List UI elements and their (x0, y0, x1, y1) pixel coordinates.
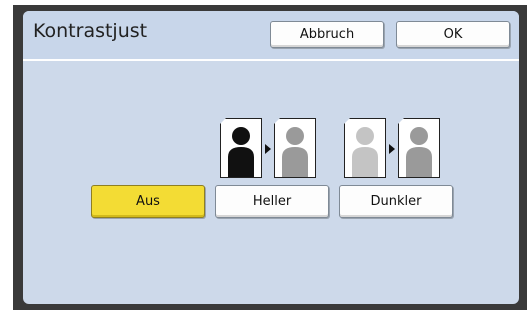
header-divider (23, 59, 519, 61)
person-gray-icon (282, 127, 308, 177)
option-dunkler-button[interactable]: Dunkler (339, 185, 453, 218)
cancel-button[interactable]: Abbruch (270, 21, 384, 48)
dialog-title: Kontrastjust (33, 20, 148, 42)
dialog-header: Kontrastjust Abbruch OK (23, 11, 519, 59)
option-aus-button[interactable]: Aus (91, 185, 205, 218)
result-document-icon (398, 118, 440, 178)
heller-illustration (220, 116, 320, 178)
person-dark-icon (228, 127, 254, 177)
person-gray-icon (406, 127, 432, 177)
ok-button[interactable]: OK (396, 21, 510, 48)
result-document-icon (274, 118, 316, 178)
contrast-dialog: Kontrastjust Abbruch OK Aus Heller Dunkl… (23, 11, 519, 304)
dunkler-illustration (344, 116, 444, 178)
arrow-right-icon (389, 144, 395, 154)
option-heller-button[interactable]: Heller (215, 185, 329, 218)
original-document-icon (344, 118, 386, 178)
original-document-icon (220, 118, 262, 178)
arrow-right-icon (265, 144, 271, 154)
person-light-icon (352, 127, 378, 177)
